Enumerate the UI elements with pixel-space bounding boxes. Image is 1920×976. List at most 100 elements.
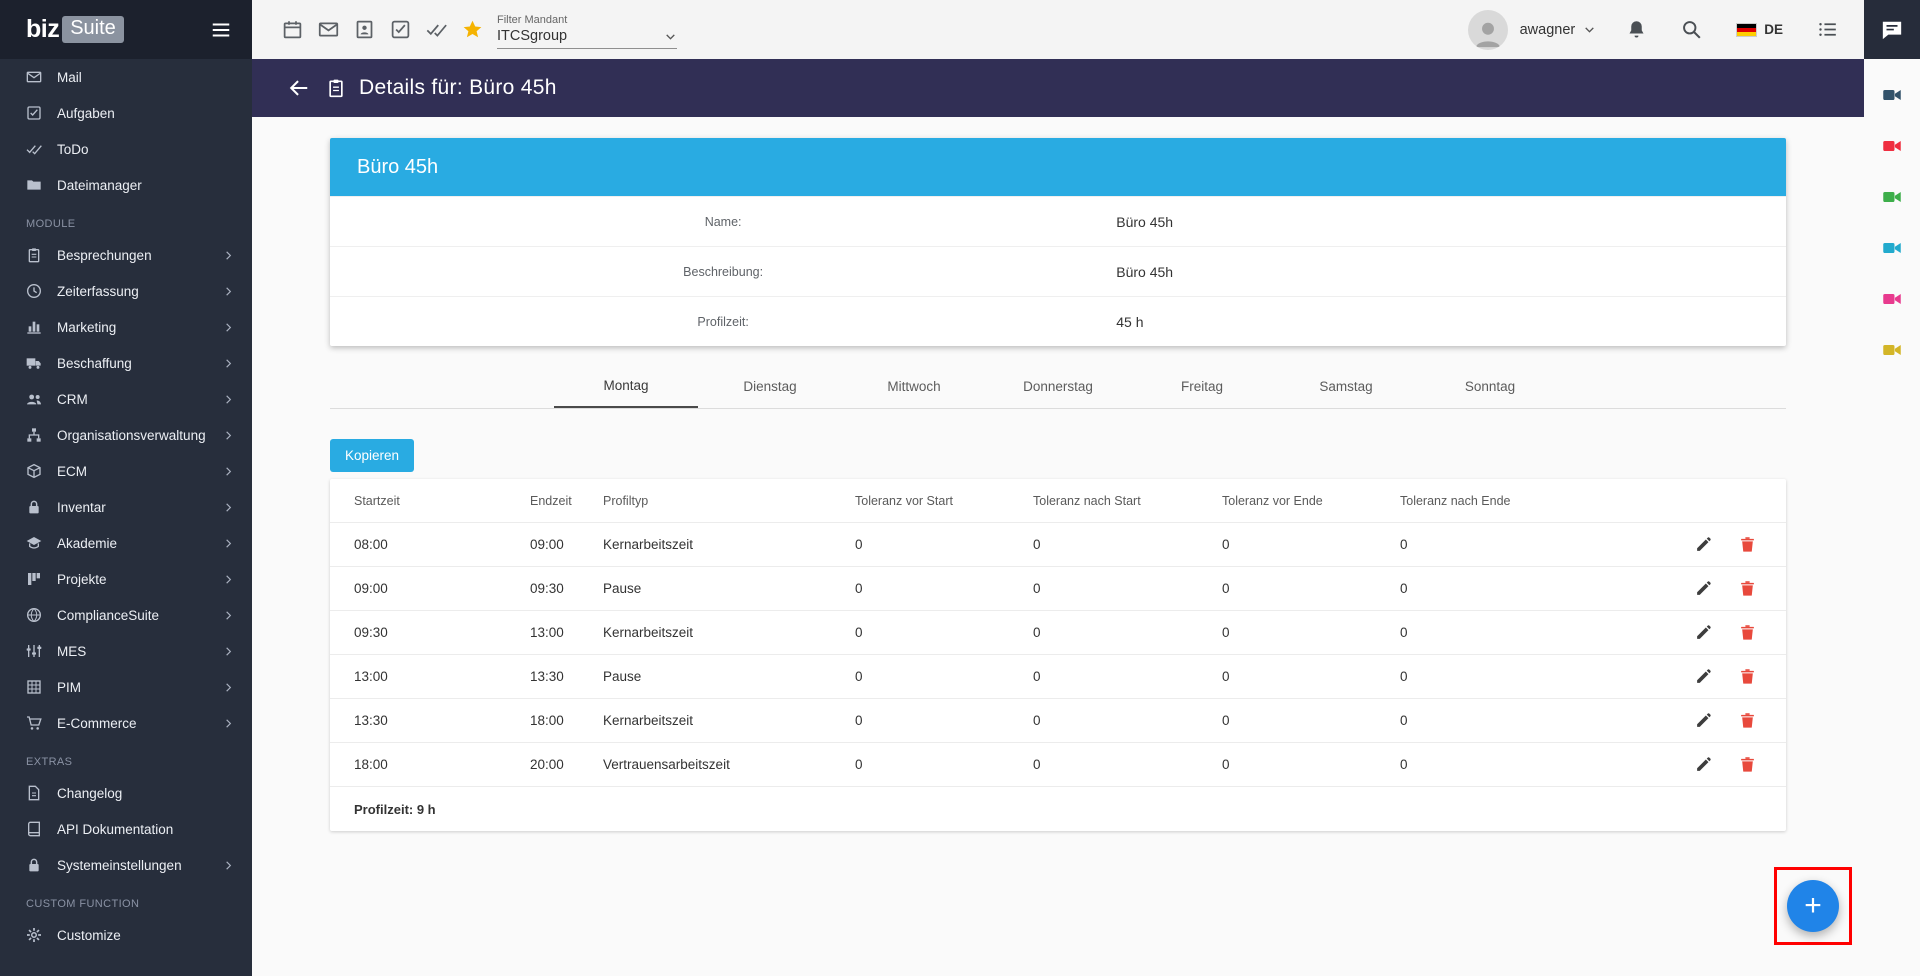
sidebar-item-api-dokumentation[interactable]: API Dokumentation	[0, 811, 252, 847]
video-icon[interactable]	[1882, 238, 1902, 258]
sidebar-item-customize[interactable]: Customize	[0, 917, 252, 953]
sidebar-item-besprechungen[interactable]: Besprechungen	[0, 237, 252, 273]
delete-trash-icon[interactable]	[1739, 624, 1756, 641]
chevron-right-icon	[223, 322, 234, 333]
delete-trash-icon[interactable]	[1739, 536, 1756, 553]
org-chart-icon	[26, 427, 42, 443]
avatar[interactable]	[1467, 9, 1508, 50]
star-icon[interactable]	[462, 19, 483, 40]
video-icon[interactable]	[1882, 340, 1902, 360]
edit-pencil-icon[interactable]	[1695, 536, 1712, 553]
sidebar-item-projekte[interactable]: Projekte	[0, 561, 252, 597]
bell-icon[interactable]	[1626, 19, 1647, 40]
col-header: Profiltyp	[603, 493, 649, 508]
checkbox-icon[interactable]	[390, 19, 411, 40]
video-icon[interactable]	[1882, 187, 1902, 207]
cell-toleranz: 0	[855, 625, 863, 640]
table-row: 09:00 09:30 Pause 0 0 0 0	[330, 567, 1786, 611]
sidebar-item-todo[interactable]: ToDo	[0, 131, 252, 167]
video-icon[interactable]	[1882, 85, 1902, 105]
delete-trash-icon[interactable]	[1739, 712, 1756, 729]
sidebar-item-changelog[interactable]: Changelog	[0, 775, 252, 811]
sidebar-item-label: Beschaffung	[57, 355, 132, 371]
calendar-icon[interactable]	[282, 19, 303, 40]
sidebar-item-organisationsverwaltung[interactable]: Organisationsverwaltung	[0, 417, 252, 453]
sidebar-item-akademie[interactable]: Akademie	[0, 525, 252, 561]
cell-toleranz: 0	[1222, 537, 1230, 552]
lock-icon	[26, 857, 42, 873]
filter-mandant-select[interactable]: ITCSgroup	[497, 28, 677, 49]
sidebar-item-marketing[interactable]: Marketing	[0, 309, 252, 345]
cell-toleranz: 0	[1400, 625, 1408, 640]
sidebar-item-label: PIM	[57, 679, 82, 695]
cell-profiltyp: Pause	[603, 581, 642, 596]
back-arrow-icon[interactable]	[288, 77, 310, 99]
book-icon	[26, 821, 42, 837]
video-icon[interactable]	[1882, 289, 1902, 309]
cell-toleranz: 0	[1033, 757, 1041, 772]
profile-row-beschreibung: Beschreibung: Büro 45h	[330, 246, 1786, 296]
profile-card-title: Büro 45h	[330, 138, 1786, 196]
sidebar-item-beschaffung[interactable]: Beschaffung	[0, 345, 252, 381]
main-content: Büro 45h Name: Büro 45h Beschreibung: Bü…	[252, 117, 1864, 976]
cell-toleranz: 0	[1400, 757, 1408, 772]
edit-pencil-icon[interactable]	[1695, 624, 1712, 641]
tab-freitag[interactable]: Freitag	[1130, 364, 1274, 408]
copy-button[interactable]: Kopieren	[330, 439, 415, 472]
cell-endzeit: 09:30	[530, 581, 564, 596]
sidebar-item-label: Marketing	[57, 319, 117, 335]
delete-trash-icon[interactable]	[1739, 756, 1756, 773]
sidebar-item-systemeinstellungen[interactable]: Systemeinstellungen	[0, 847, 252, 883]
chevron-right-icon	[223, 574, 234, 585]
contacts-icon[interactable]	[354, 19, 375, 40]
chevron-right-icon	[223, 466, 234, 477]
sidebar-item-inventar[interactable]: Inventar	[0, 489, 252, 525]
username[interactable]: awagner	[1520, 22, 1576, 38]
sidebar-item-zeiterfassung[interactable]: Zeiterfassung	[0, 273, 252, 309]
delete-trash-icon[interactable]	[1739, 580, 1756, 597]
edit-pencil-icon[interactable]	[1695, 668, 1712, 685]
sidebar-item-label: ECM	[57, 463, 87, 479]
delete-trash-icon[interactable]	[1739, 668, 1756, 685]
tab-donnerstag[interactable]: Donnerstag	[986, 364, 1130, 408]
sidebar-item-crm[interactable]: CRM	[0, 381, 252, 417]
sidebar-item-dateimanager[interactable]: Dateimanager	[0, 167, 252, 203]
chat-panel-toggle[interactable]	[1864, 0, 1920, 59]
cell-endzeit: 20:00	[530, 757, 564, 772]
mail-icon[interactable]	[318, 19, 339, 40]
add-button[interactable]: +	[1787, 880, 1839, 932]
tab-mittwoch[interactable]: Mittwoch	[842, 364, 986, 408]
cell-toleranz: 0	[855, 537, 863, 552]
edit-pencil-icon[interactable]	[1695, 756, 1712, 773]
sidebar-item-mes[interactable]: MES	[0, 633, 252, 669]
document-icon	[26, 785, 42, 801]
video-icon[interactable]	[1882, 136, 1902, 156]
chevron-down-icon[interactable]	[1583, 23, 1596, 36]
sidebar-item-label: ToDo	[57, 141, 89, 157]
app-logo: biz Suite	[0, 0, 252, 59]
tab-samstag[interactable]: Samstag	[1274, 364, 1418, 408]
sidebar-item-e-commerce[interactable]: E-Commerce	[0, 705, 252, 741]
sidebar-item-ecm[interactable]: ECM	[0, 453, 252, 489]
tab-montag[interactable]: Montag	[554, 364, 698, 408]
edit-pencil-icon[interactable]	[1695, 712, 1712, 729]
sidebar-item-compliancesuite[interactable]: ComplianceSuite	[0, 597, 252, 633]
sidebar-item-mail[interactable]: Mail	[0, 59, 252, 95]
table-row: 09:30 13:00 Kernarbeitszeit 0 0 0 0	[330, 611, 1786, 655]
menu-icon[interactable]	[210, 19, 232, 41]
tab-dienstag[interactable]: Dienstag	[698, 364, 842, 408]
chevron-right-icon	[223, 286, 234, 297]
sidebar-item-aufgaben[interactable]: Aufgaben	[0, 95, 252, 131]
list-icon[interactable]	[1817, 19, 1838, 40]
double-check-icon[interactable]	[426, 19, 447, 40]
col-header: Toleranz vor Start	[855, 493, 953, 508]
edit-pencil-icon[interactable]	[1695, 580, 1712, 597]
cell-startzeit: 18:00	[354, 757, 388, 772]
search-icon[interactable]	[1681, 19, 1702, 40]
language-switch[interactable]: DE	[1736, 22, 1783, 37]
cell-startzeit: 13:30	[354, 713, 388, 728]
sidebar-item-label: Dateimanager	[57, 177, 142, 193]
cell-endzeit: 13:30	[530, 669, 564, 684]
tab-sonntag[interactable]: Sonntag	[1418, 364, 1562, 408]
sidebar-item-pim[interactable]: PIM	[0, 669, 252, 705]
